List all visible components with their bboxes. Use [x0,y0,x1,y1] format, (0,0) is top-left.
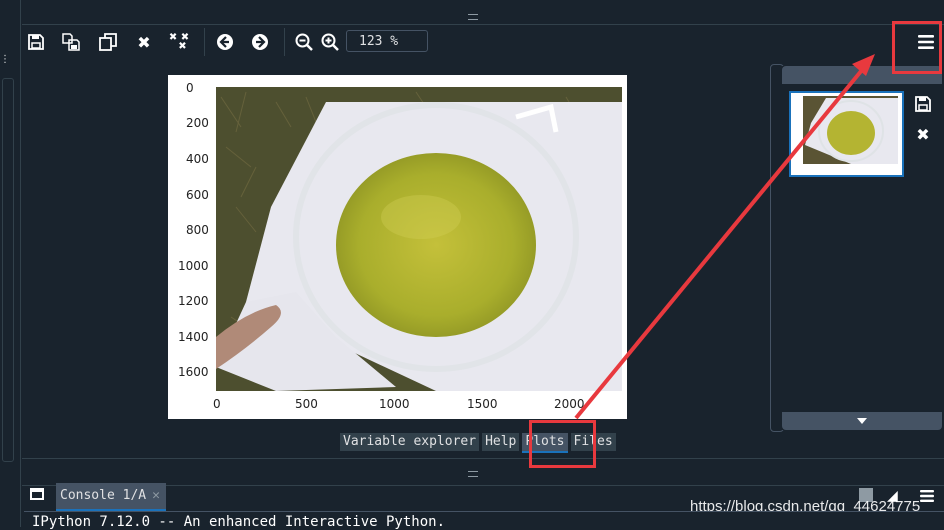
annotation-box-options [892,21,942,74]
console-options-button[interactable] [919,488,935,507]
save-icon [28,34,44,50]
copy-icon [99,33,117,51]
y-tick-label: 1600 [178,365,209,379]
save-icon [915,96,931,112]
close-all-icon: ✖ ✖ ✖ [168,32,190,52]
y-tick-label: 600 [186,188,209,202]
toolbar-separator [284,28,285,56]
y-tick-label: 1400 [178,330,209,344]
thumbnails-scroll-down-button[interactable] [782,412,942,430]
plots-toolbar: ✖ ✖ ✖ ✖ 123 % [22,26,944,58]
x-tick-label: 2000 [554,397,585,411]
hamburger-menu-icon [920,490,934,502]
tab-variable-explorer[interactable]: Variable explorer [340,433,480,451]
close-icon: ✖ [916,124,930,144]
y-tick-label: 1000 [178,259,209,273]
x-tick-label: 1500 [467,397,498,411]
remove-plot-button[interactable]: ✖ [132,30,156,54]
zoom-in-button[interactable] [318,30,342,54]
zoom-out-icon [295,33,313,51]
next-plot-button[interactable] [248,30,272,54]
save-plot-button[interactable] [24,30,48,54]
console-window-icon[interactable] [30,488,44,500]
x-tick-label: 500 [295,397,318,411]
tab-help[interactable]: Help [482,433,520,451]
plot-figure: 0 200 400 600 800 1000 1200 1400 1600 0 … [168,75,627,419]
annotation-box-plots-tab [529,420,596,468]
console-tab-label: Console 1/A [60,488,147,503]
left-pane-scrollbar[interactable] [2,78,14,462]
save-all-icon [62,33,80,51]
y-tick-label: 400 [186,152,209,166]
zoom-out-button[interactable] [292,30,316,54]
close-icon: ✖ [137,32,151,52]
x-tick-label: 1000 [379,397,410,411]
thumbnail-save-button[interactable] [913,94,933,114]
console-first-line: IPython 7.12.0 -- An enhanced Interactiv… [32,514,446,530]
zoom-in-icon [321,33,339,51]
arrow-right-icon [252,34,268,50]
save-all-plots-button[interactable] [59,30,83,54]
zoom-level-input[interactable]: 123 % [346,30,428,52]
splitter-handle-icon[interactable] [468,471,478,477]
top-splitter[interactable] [22,0,944,25]
plotted-image [216,87,622,391]
y-tick-label: 1200 [178,294,209,308]
y-tick-label: 0 [186,81,194,95]
previous-plot-button[interactable] [213,30,237,54]
arrow-left-icon [217,34,233,50]
y-tick-label: 800 [186,223,209,237]
close-icon[interactable]: ✕ [152,484,160,508]
console-tab[interactable]: Console 1/A ✕ [56,483,166,511]
chevron-down-icon [857,418,867,424]
copy-plot-button[interactable] [96,30,120,54]
left-pane-menu-icon[interactable]: ⋮ [0,54,10,68]
thumbnail-remove-button[interactable]: ✖ [913,124,933,144]
toolbar-separator [204,28,205,56]
plot-thumbnail[interactable] [789,91,904,177]
remove-all-plots-button[interactable]: ✖ ✖ ✖ [167,30,191,54]
y-tick-label: 200 [186,116,209,130]
splitter-handle-icon[interactable] [468,14,478,20]
console-splitter[interactable] [22,458,944,486]
x-tick-label: 0 [213,397,221,411]
